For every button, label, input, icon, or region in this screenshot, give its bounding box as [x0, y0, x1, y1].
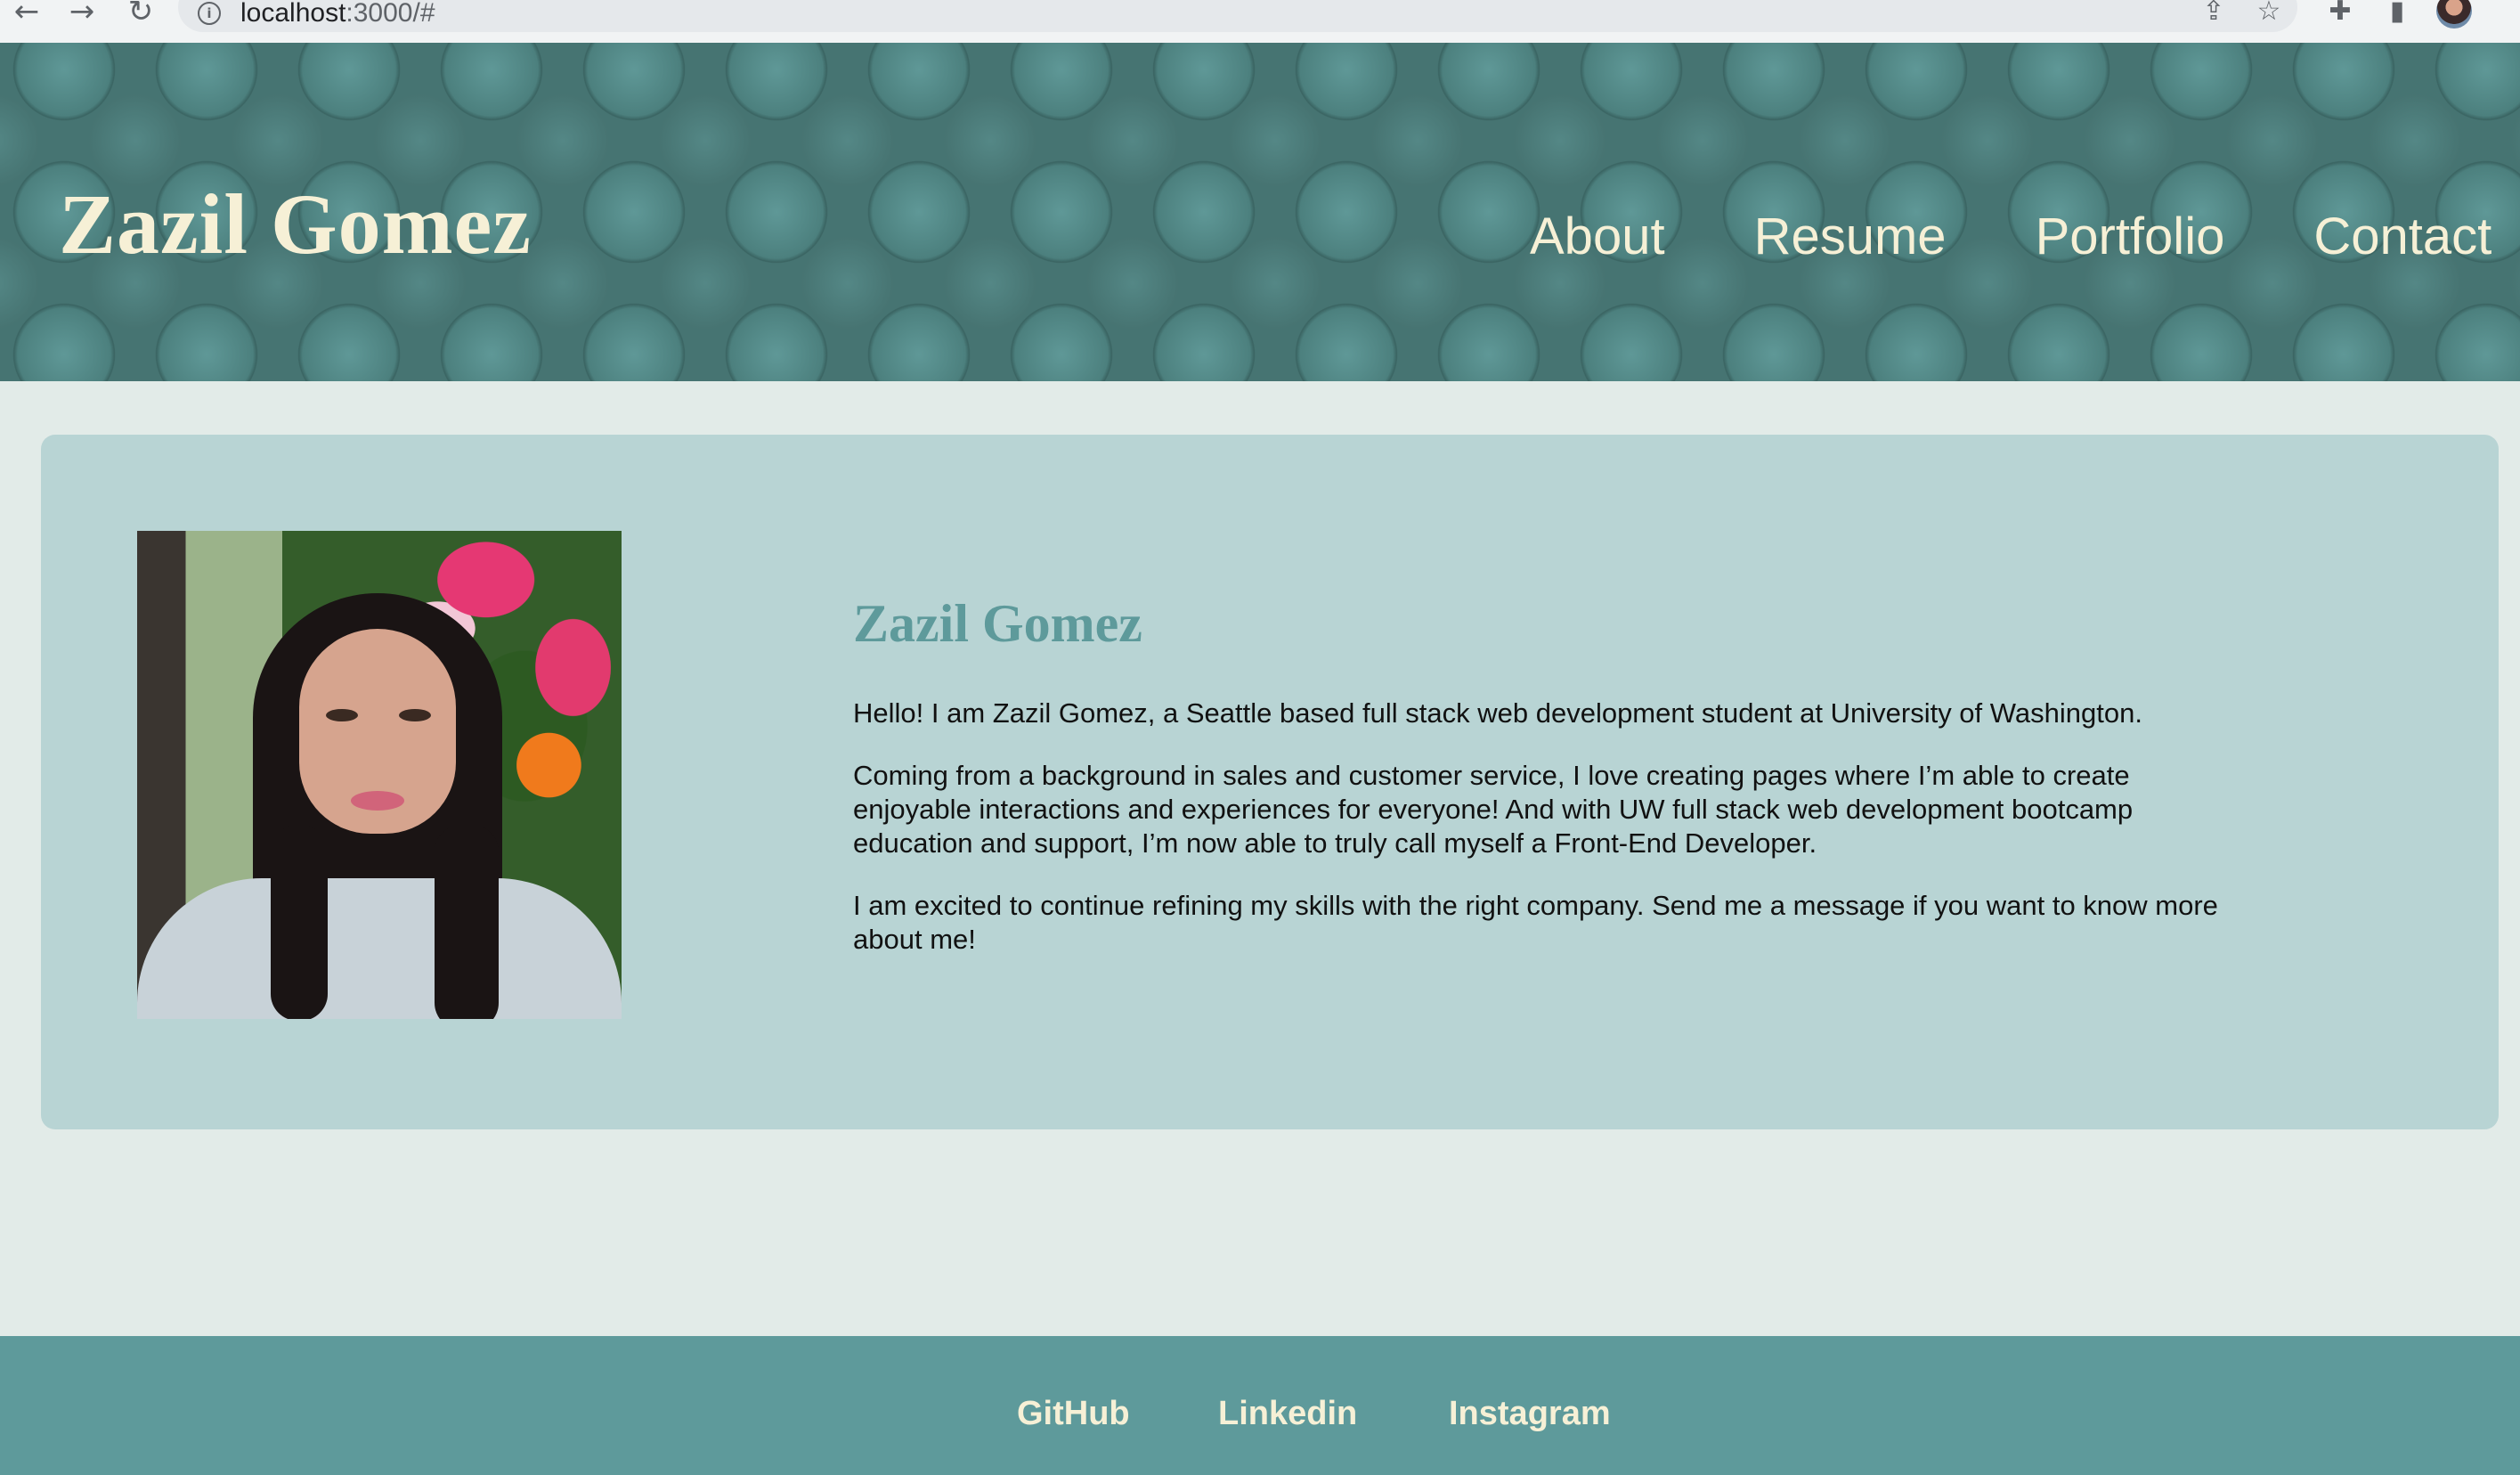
nav-portfolio[interactable]: Portfolio — [2036, 207, 2225, 266]
side-panel-icon[interactable]: ▮ — [2379, 0, 2415, 27]
share-icon[interactable]: ⇪ — [2196, 0, 2231, 27]
nav-contact[interactable]: Contact — [2313, 207, 2492, 266]
about-title: Zazil Gomez — [853, 594, 1142, 653]
nav-about[interactable]: About — [1530, 207, 1665, 266]
about-paragraph: I am excited to continue refining my ski… — [853, 890, 2218, 955]
url-text: localhost:3000/# — [240, 0, 435, 28]
browser-toolbar: ← → ↻ i localhost:3000/# ⇪ ☆ ✚ ▮ — [0, 0, 2520, 44]
footer-link-instagram[interactable]: Instagram — [1449, 1395, 1611, 1433]
about-text: Hello! I am Zazil Gomez, a Seattle based… — [853, 697, 2242, 985]
footer-link-github[interactable]: GitHub — [1017, 1395, 1130, 1433]
reload-icon[interactable]: ↻ — [123, 0, 159, 27]
photo-shirt — [137, 878, 622, 1019]
site-info-icon[interactable]: i — [198, 2, 221, 25]
about-card: Zazil Gomez Hello! I am Zazil Gomez, a S… — [41, 435, 2499, 1129]
site-brand[interactable]: Zazil Gomez — [59, 175, 532, 273]
footer-link-linkedin[interactable]: Linkedin — [1218, 1395, 1357, 1433]
bookmark-star-icon[interactable]: ☆ — [2251, 0, 2287, 27]
forward-icon[interactable]: → — [64, 0, 100, 27]
profile-photo — [137, 531, 622, 1019]
extensions-icon[interactable]: ✚ — [2322, 0, 2358, 27]
back-icon[interactable]: ← — [9, 0, 45, 27]
photo-eye — [399, 709, 431, 721]
photo-hair-front — [435, 825, 499, 1019]
profile-avatar[interactable] — [2436, 0, 2472, 29]
site-footer: GitHub Linkedin Instagram — [0, 1336, 2520, 1475]
photo-lips — [351, 791, 404, 811]
about-paragraph: Hello! I am Zazil Gomez, a Seattle based… — [853, 697, 2142, 729]
nav-resume[interactable]: Resume — [1754, 207, 1947, 266]
photo-eye — [326, 709, 358, 721]
main-nav: About Resume Portfolio Contact — [1530, 207, 2492, 266]
about-paragraph: Coming from a background in sales and cu… — [853, 760, 2134, 859]
address-bar[interactable]: i localhost:3000/# — [178, 0, 2297, 32]
site-header: Zazil Gomez About Resume Portfolio Conta… — [0, 43, 2520, 381]
photo-hair-front — [271, 825, 328, 1019]
